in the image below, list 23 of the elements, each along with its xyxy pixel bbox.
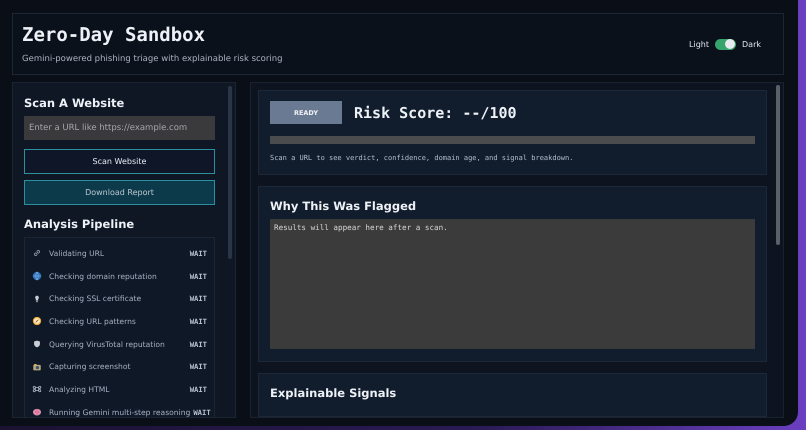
command-icon xyxy=(32,384,42,394)
risk-score: Risk Score: --/100 xyxy=(354,104,517,122)
dark-label: Dark xyxy=(742,40,761,48)
url-input-field[interactable]: Enter a URL like https://example.com xyxy=(24,116,215,140)
scan-website-button[interactable]: Scan Website xyxy=(24,149,215,174)
link-icon xyxy=(32,248,42,258)
globe-icon xyxy=(32,271,42,282)
flagged-heading: Why This Was Flagged xyxy=(270,199,418,213)
light-label: Light xyxy=(689,40,710,48)
brain-icon xyxy=(32,407,42,417)
pipeline-heading: Analysis Pipeline xyxy=(24,217,136,231)
app-title: Zero-Day Sandbox xyxy=(22,24,206,46)
scrollbar[interactable] xyxy=(776,85,780,245)
theme-toggle[interactable] xyxy=(715,38,736,50)
app-subtitle: Gemini-powered phishing triage with explainable risk scoring xyxy=(22,54,283,64)
shield-icon xyxy=(32,339,42,350)
scan-heading: Scan A Website xyxy=(24,96,126,110)
signals-heading: Explainable Signals xyxy=(270,386,398,400)
download-report-button[interactable]: Download Report xyxy=(24,180,215,205)
bulb-icon xyxy=(32,294,42,304)
scrollbar[interactable] xyxy=(228,86,232,259)
compass-icon xyxy=(32,316,42,326)
camera-icon xyxy=(32,362,42,372)
